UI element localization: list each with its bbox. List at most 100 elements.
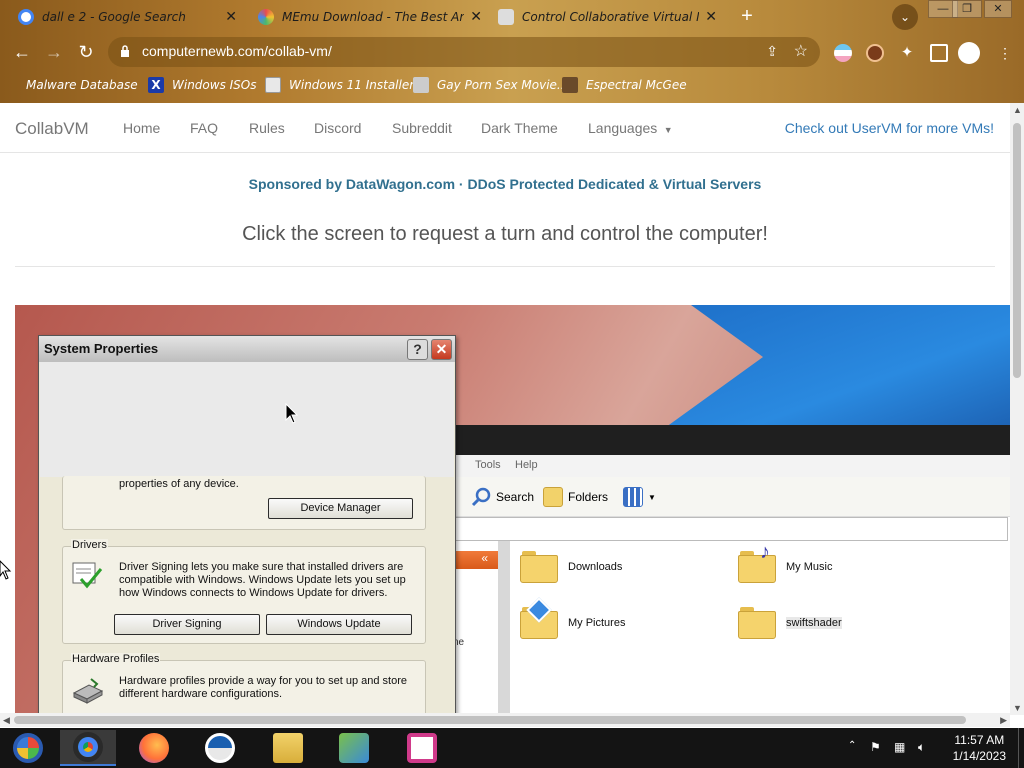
help-button[interactable]: ? [407,339,428,360]
chevron-down-icon[interactable]: ⌄ [892,4,918,30]
vertical-scrollbar[interactable]: ▲ ▼ [1010,103,1024,715]
back-icon[interactable]: ← [10,40,34,64]
extension-avatar-icon[interactable] [866,44,884,62]
tab-collabvm[interactable]: Control Collaborative Virtual Mac ✕ [490,2,725,32]
tray-overflow-icon[interactable]: ⌃ [848,740,856,751]
file-explorer-icon [273,733,303,763]
vm-screen[interactable]: Tools Help Search Folders ▼ « ne Downloa… [15,305,1010,715]
nav-subreddit[interactable]: Subreddit [392,120,452,136]
wallpaper-sky [655,305,1010,435]
scroll-up-icon[interactable]: ▲ [1013,105,1022,115]
taskbar-app[interactable] [192,730,248,766]
views-button[interactable]: ▼ [623,487,656,507]
nav-home[interactable]: Home [123,120,160,136]
kebab-menu-icon[interactable]: ⋮ [996,44,1014,62]
nav-discord[interactable]: Discord [314,120,361,136]
divider [15,266,995,267]
extension-flag-icon[interactable] [834,44,852,62]
puzzle-icon[interactable]: ✦ [898,44,916,62]
device-manager-button[interactable]: Device Manager [268,498,413,519]
folder-my-music[interactable]: ♪ My Music [738,541,833,583]
scroll-down-icon[interactable]: ▼ [1013,703,1022,713]
taskbar-firefox[interactable] [126,730,182,766]
bookmark-label: Malware Database [26,78,138,92]
vertical-scroll-thumb[interactable] [1013,123,1021,378]
folder-my-pictures[interactable]: My Pictures [520,597,625,639]
host-cursor-icon [0,560,12,580]
address-bar[interactable]: computernewb.com/collab-vm/ ⇪ ☆ [108,37,820,67]
firefox-icon [139,733,169,763]
bookmark-windows-11-installer[interactable]: Windows 11 Installer [265,75,414,95]
scroll-left-icon[interactable]: ◀ [3,715,10,726]
close-tab-icon[interactable]: ✕ [470,9,482,25]
folders-button[interactable]: Folders [543,487,608,507]
hardware-profiles-icon [72,678,104,704]
nav-rules[interactable]: Rules [249,120,285,136]
bookmark-label: Gay Porn Sex Movie... [437,78,569,92]
nav-dark-theme[interactable]: Dark Theme [481,120,558,136]
taskbar-chrome[interactable] [60,730,116,766]
tab-memu-download[interactable]: MEmu Download - The Best Andr ✕ [250,2,490,32]
system-clock[interactable]: 11:57 AM 1/14/2023 [953,732,1006,764]
new-tab-button[interactable]: + [733,5,761,29]
close-button[interactable]: ✕ [431,339,452,360]
driver-signing-button[interactable]: Driver Signing [114,614,260,635]
menu-help[interactable]: Help [515,459,538,471]
collapse-chevron-icon[interactable]: « [453,551,498,569]
bookmark-movie[interactable]: Gay Porn Sex Movie... [413,75,568,95]
volume-icon[interactable]: 🔈︎ [918,740,925,755]
site-icon [562,77,578,93]
folder-label: My Music [786,561,833,573]
image-icon [265,77,281,93]
clock-time: 11:57 AM [954,733,1005,747]
forward-icon[interactable]: → [42,40,66,64]
uservm-link[interactable]: Check out UserVM for more VMs! [785,120,994,136]
bookmarks-bar: Malware Database X Windows ISOs Windows … [0,70,1024,100]
close-window-button[interactable]: ✕ [984,0,1012,18]
bookmark-malware-database[interactable]: Malware Database [12,75,138,95]
tab-title: MEmu Download - The Best Andr [282,10,465,24]
windows-logo-icon [13,733,43,763]
site-brand[interactable]: CollabVM [15,119,89,139]
menu-tools[interactable]: Tools [475,459,501,471]
drivers-text: Driver Signing lets you make sure that i… [119,561,406,599]
pane-splitter[interactable] [498,541,510,715]
side-panel-icon[interactable] [930,44,948,62]
start-button[interactable] [0,730,56,766]
folder-downloads[interactable]: Downloads [520,551,622,583]
bookmark-star-icon[interactable]: ☆ [794,41,808,61]
reload-icon[interactable]: ↻ [74,40,98,64]
device-manager-group: properties of any device. Device Manager [62,476,426,530]
taskbar-network[interactable] [326,730,382,766]
bookmark-windows-isos[interactable]: X Windows ISOs [148,75,257,95]
sponsor-link[interactable]: Sponsored by DataWagon.com · DDoS Protec… [0,176,1010,192]
drivers-label: Drivers [71,539,108,551]
search-button[interactable]: Search [471,487,534,507]
scroll-right-icon[interactable]: ▶ [1000,715,1007,726]
taskbar-file-explorer[interactable] [260,730,316,766]
horizontal-scrollbar[interactable]: ◀ ▶ [0,713,1010,727]
nav-faq[interactable]: FAQ [190,120,218,136]
folder-swiftshader[interactable]: swiftshader [738,607,842,639]
nav-languages[interactable]: Languages ▼ [588,120,673,136]
driver-signing-icon [72,562,103,589]
tab-google-search[interactable]: dall e 2 - Google Search ✕ [10,2,245,32]
close-tab-icon[interactable]: ✕ [225,9,237,25]
close-tab-icon[interactable]: ✕ [705,9,717,25]
taskbar-app-2[interactable] [394,730,450,766]
windows-update-button[interactable]: Windows Update [266,614,412,635]
restore-button[interactable]: ❐ [952,0,982,18]
caret-down-icon: ▼ [661,125,673,135]
show-desktop-button[interactable] [1018,728,1024,768]
folders-label: Folders [568,490,609,504]
bookmark-espectral-mcgee[interactable]: Espectral McGee [562,75,687,95]
explorer-window: Tools Help Search Folders ▼ « ne Downloa… [453,425,1010,715]
flag-icon[interactable]: ⚑ [870,740,881,754]
profile-avatar-icon[interactable] [958,42,980,64]
folder-icon [543,487,563,507]
share-icon[interactable]: ⇪ [766,43,778,60]
horizontal-scroll-thumb[interactable] [14,716,966,724]
explorer-address-bar[interactable] [453,517,1008,541]
network-tray-icon[interactable]: ▦ [894,740,905,754]
clock-date: 1/14/2023 [952,749,1006,763]
